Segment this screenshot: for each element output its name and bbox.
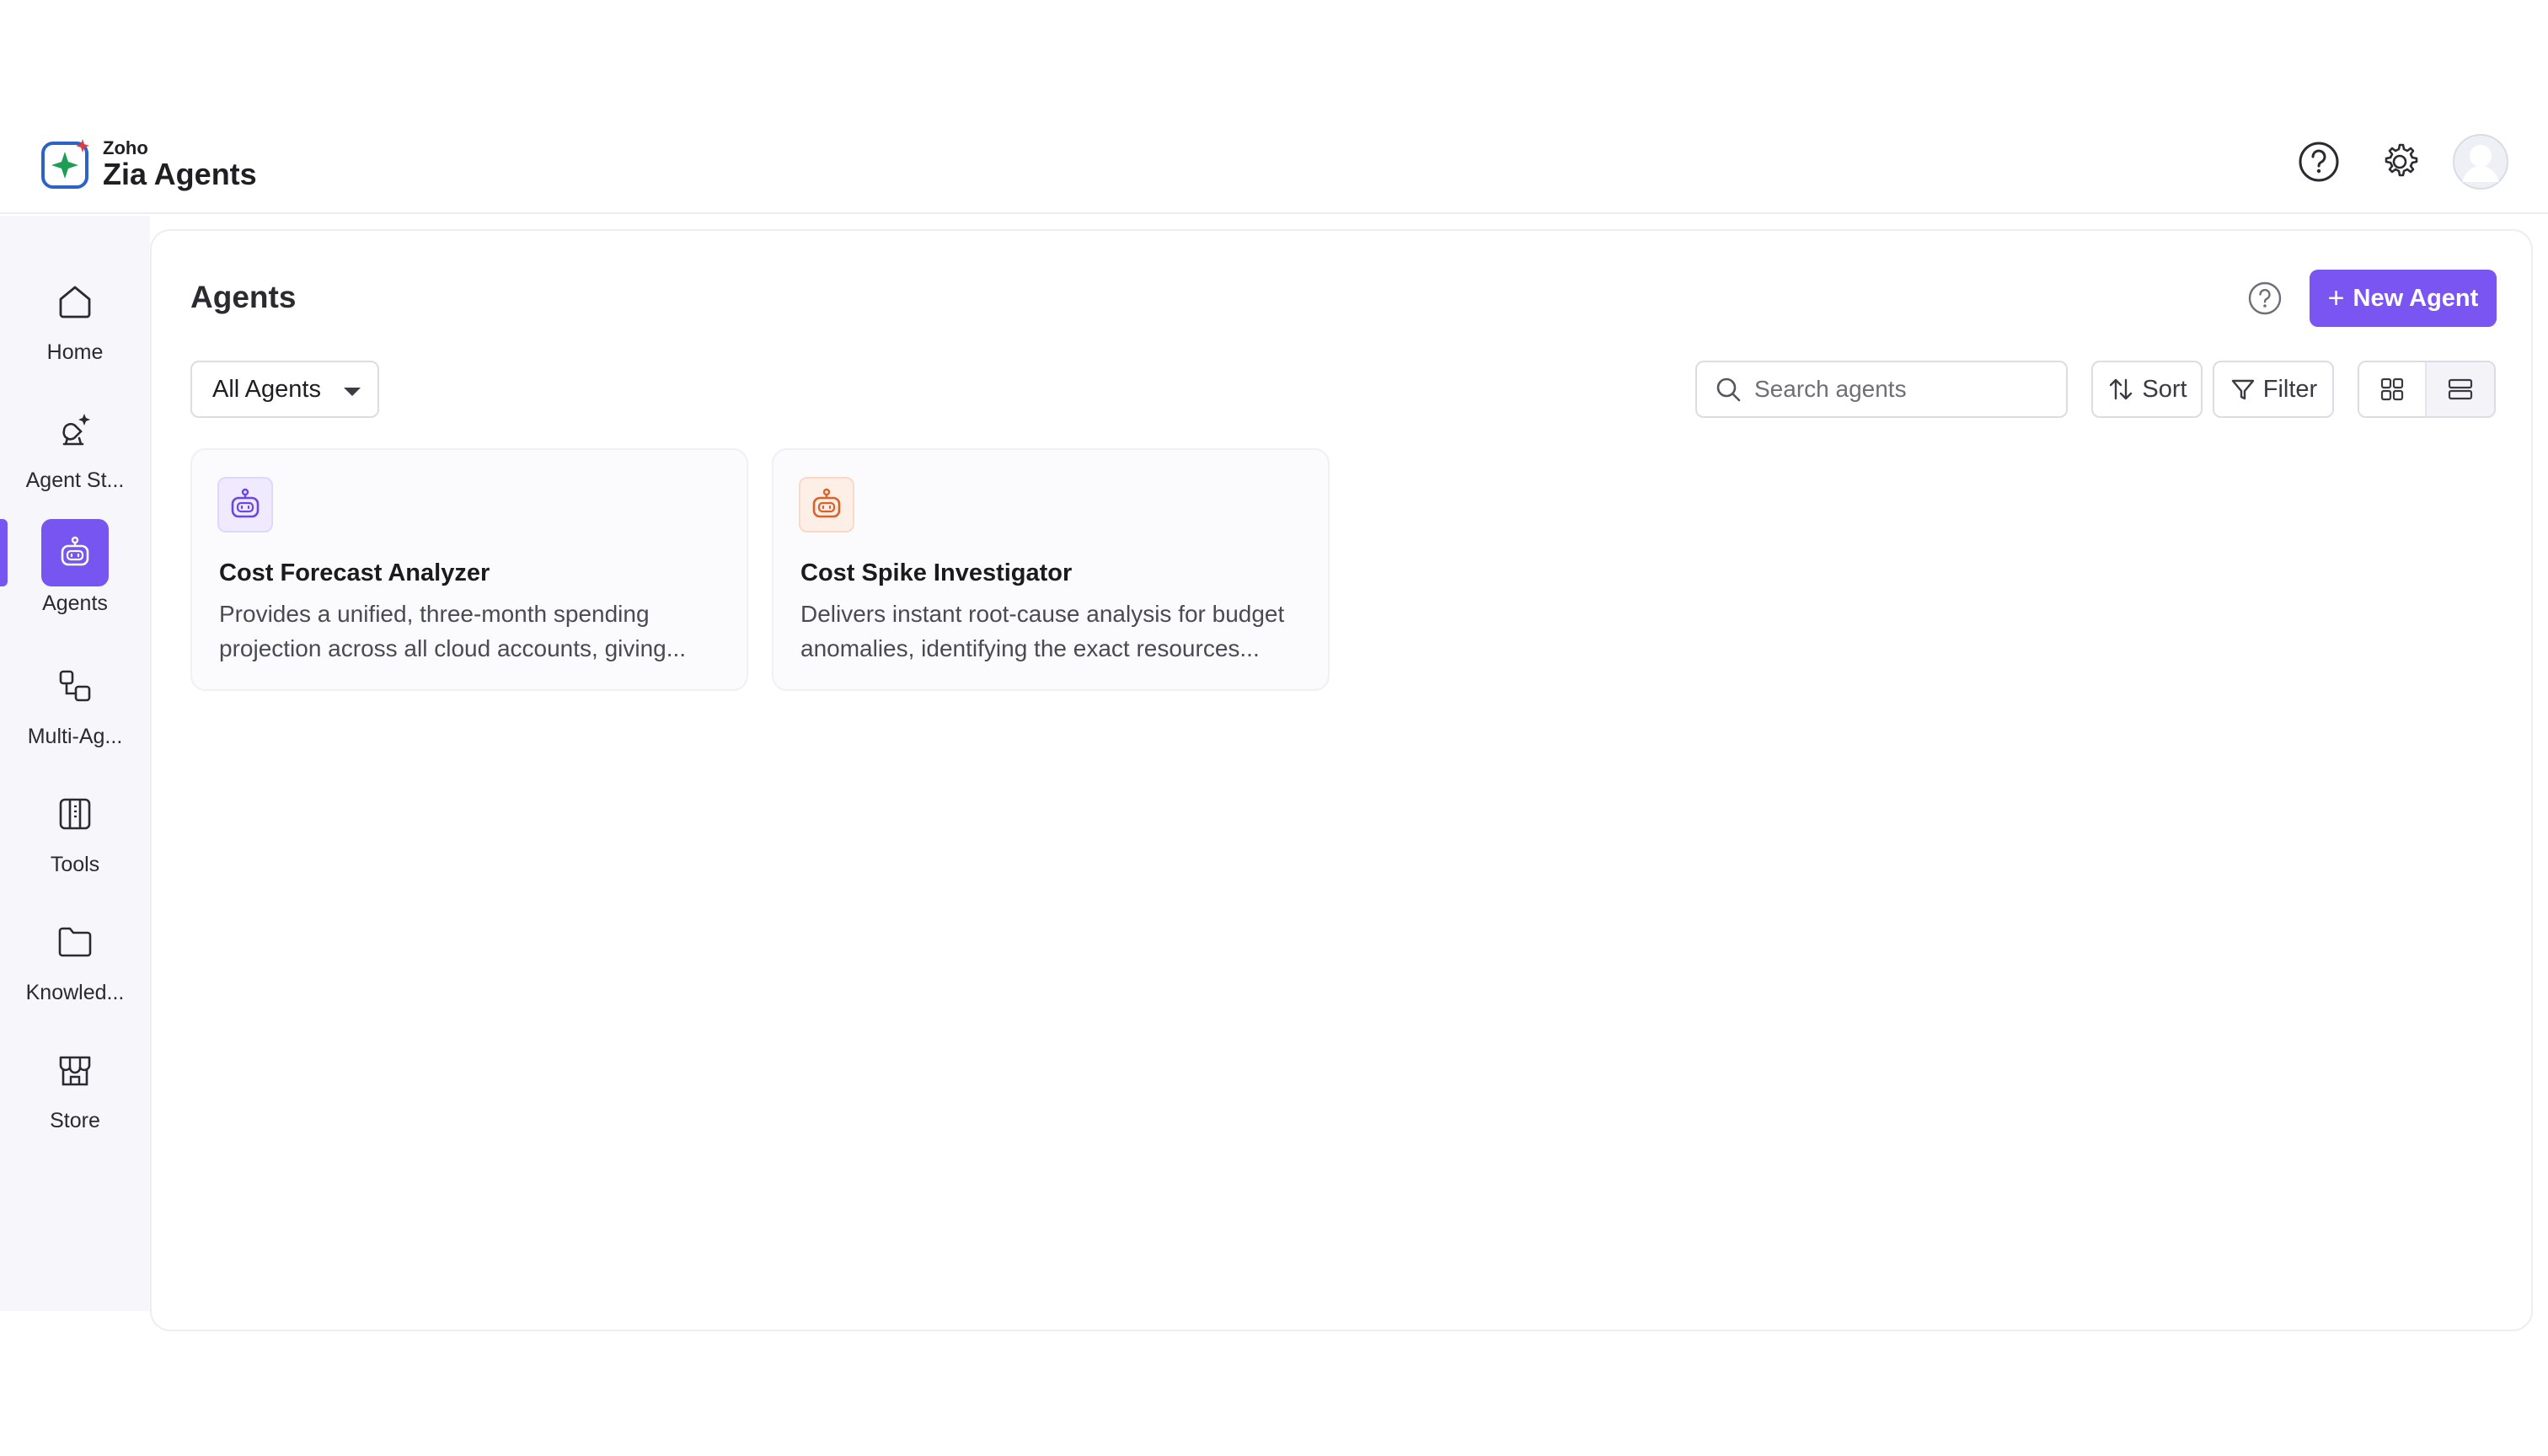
sidebar: Home Agent St... Agents Multi-Ag... Tool…: [0, 216, 150, 1311]
agent-description: Provides a unified, three-month spending…: [219, 601, 687, 661]
agents-filter-dropdown[interactable]: All Agents: [190, 361, 379, 418]
dropdown-value: All Agents: [212, 375, 321, 403]
zia-logo-icon: [40, 137, 94, 191]
store-icon: [41, 1036, 109, 1104]
brand[interactable]: Zoho Zia Agents: [40, 135, 257, 194]
page-title: Agents: [190, 280, 297, 314]
main-panel: Agents + New Agent All Agents Sort: [150, 229, 2533, 1331]
sidebar-item-multi-agent[interactable]: Multi-Ag...: [0, 652, 150, 770]
sidebar-item-label: Tools: [50, 853, 100, 876]
search-input[interactable]: [1754, 376, 2058, 403]
sidebar-item-label: Agents: [42, 592, 108, 615]
sidebar-item-home[interactable]: Home: [0, 268, 150, 386]
new-agent-label: New Agent: [2353, 284, 2479, 312]
home-icon: [41, 268, 109, 335]
brand-subtitle: Zoho: [103, 137, 148, 158]
filter-icon: [2231, 379, 2254, 400]
search-icon: [1716, 377, 1741, 402]
robot-icon: [217, 477, 273, 533]
filter-button[interactable]: Filter: [2213, 361, 2334, 418]
agent-description: Delivers instant root-cause analysis for…: [800, 601, 1285, 661]
new-agent-button[interactable]: + New Agent: [2310, 270, 2497, 327]
grid-icon: [2380, 377, 2404, 401]
list-icon: [2448, 378, 2473, 400]
search-box[interactable]: [1695, 361, 2068, 418]
help-icon[interactable]: [2295, 138, 2342, 185]
sidebar-item-label: Store: [50, 1109, 100, 1132]
sidebar-item-store[interactable]: Store: [0, 1036, 150, 1154]
sort-icon: [2110, 378, 2133, 400]
sidebar-item-label: Knowled...: [25, 981, 125, 1004]
tools-icon: [41, 780, 109, 848]
folder-icon: [41, 908, 109, 976]
sidebar-item-label: Multi-Ag...: [27, 725, 123, 748]
filter-label: Filter: [2262, 375, 2318, 403]
sidebar-item-agent-studio[interactable]: Agent St...: [0, 396, 150, 514]
sidebar-item-tools[interactable]: Tools: [0, 780, 150, 898]
sort-label: Sort: [2142, 375, 2187, 403]
agent-card[interactable]: Cost Forecast Analyzer Provides a unifie…: [190, 448, 748, 691]
plus-icon: +: [2327, 282, 2345, 314]
agent-studio-icon: [41, 396, 109, 463]
agent-name: Cost Forecast Analyzer: [219, 559, 490, 586]
view-toggle: [2358, 361, 2496, 418]
sidebar-item-label: Agent St...: [25, 468, 125, 492]
help-icon[interactable]: [2246, 280, 2283, 317]
gear-icon[interactable]: [2376, 138, 2423, 185]
agent-name: Cost Spike Investigator: [800, 559, 1073, 586]
sidebar-item-agents[interactable]: Agents: [0, 519, 150, 637]
list-view-button[interactable]: [2427, 362, 2494, 416]
sidebar-item-knowledge[interactable]: Knowled...: [0, 908, 150, 1026]
avatar[interactable]: [2452, 133, 2509, 190]
top-header: Zoho Zia Agents: [0, 126, 2548, 214]
sidebar-item-label: Home: [46, 340, 104, 364]
robot-icon: [41, 519, 109, 586]
agent-card[interactable]: Cost Spike Investigator Delivers instant…: [772, 448, 1330, 691]
sort-button[interactable]: Sort: [2091, 361, 2203, 418]
brand-title: Zia Agents: [103, 157, 257, 191]
grid-view-button[interactable]: [2359, 362, 2427, 416]
robot-icon: [799, 477, 854, 533]
caret-down-icon: [344, 388, 361, 396]
multi-agent-icon: [41, 652, 109, 720]
